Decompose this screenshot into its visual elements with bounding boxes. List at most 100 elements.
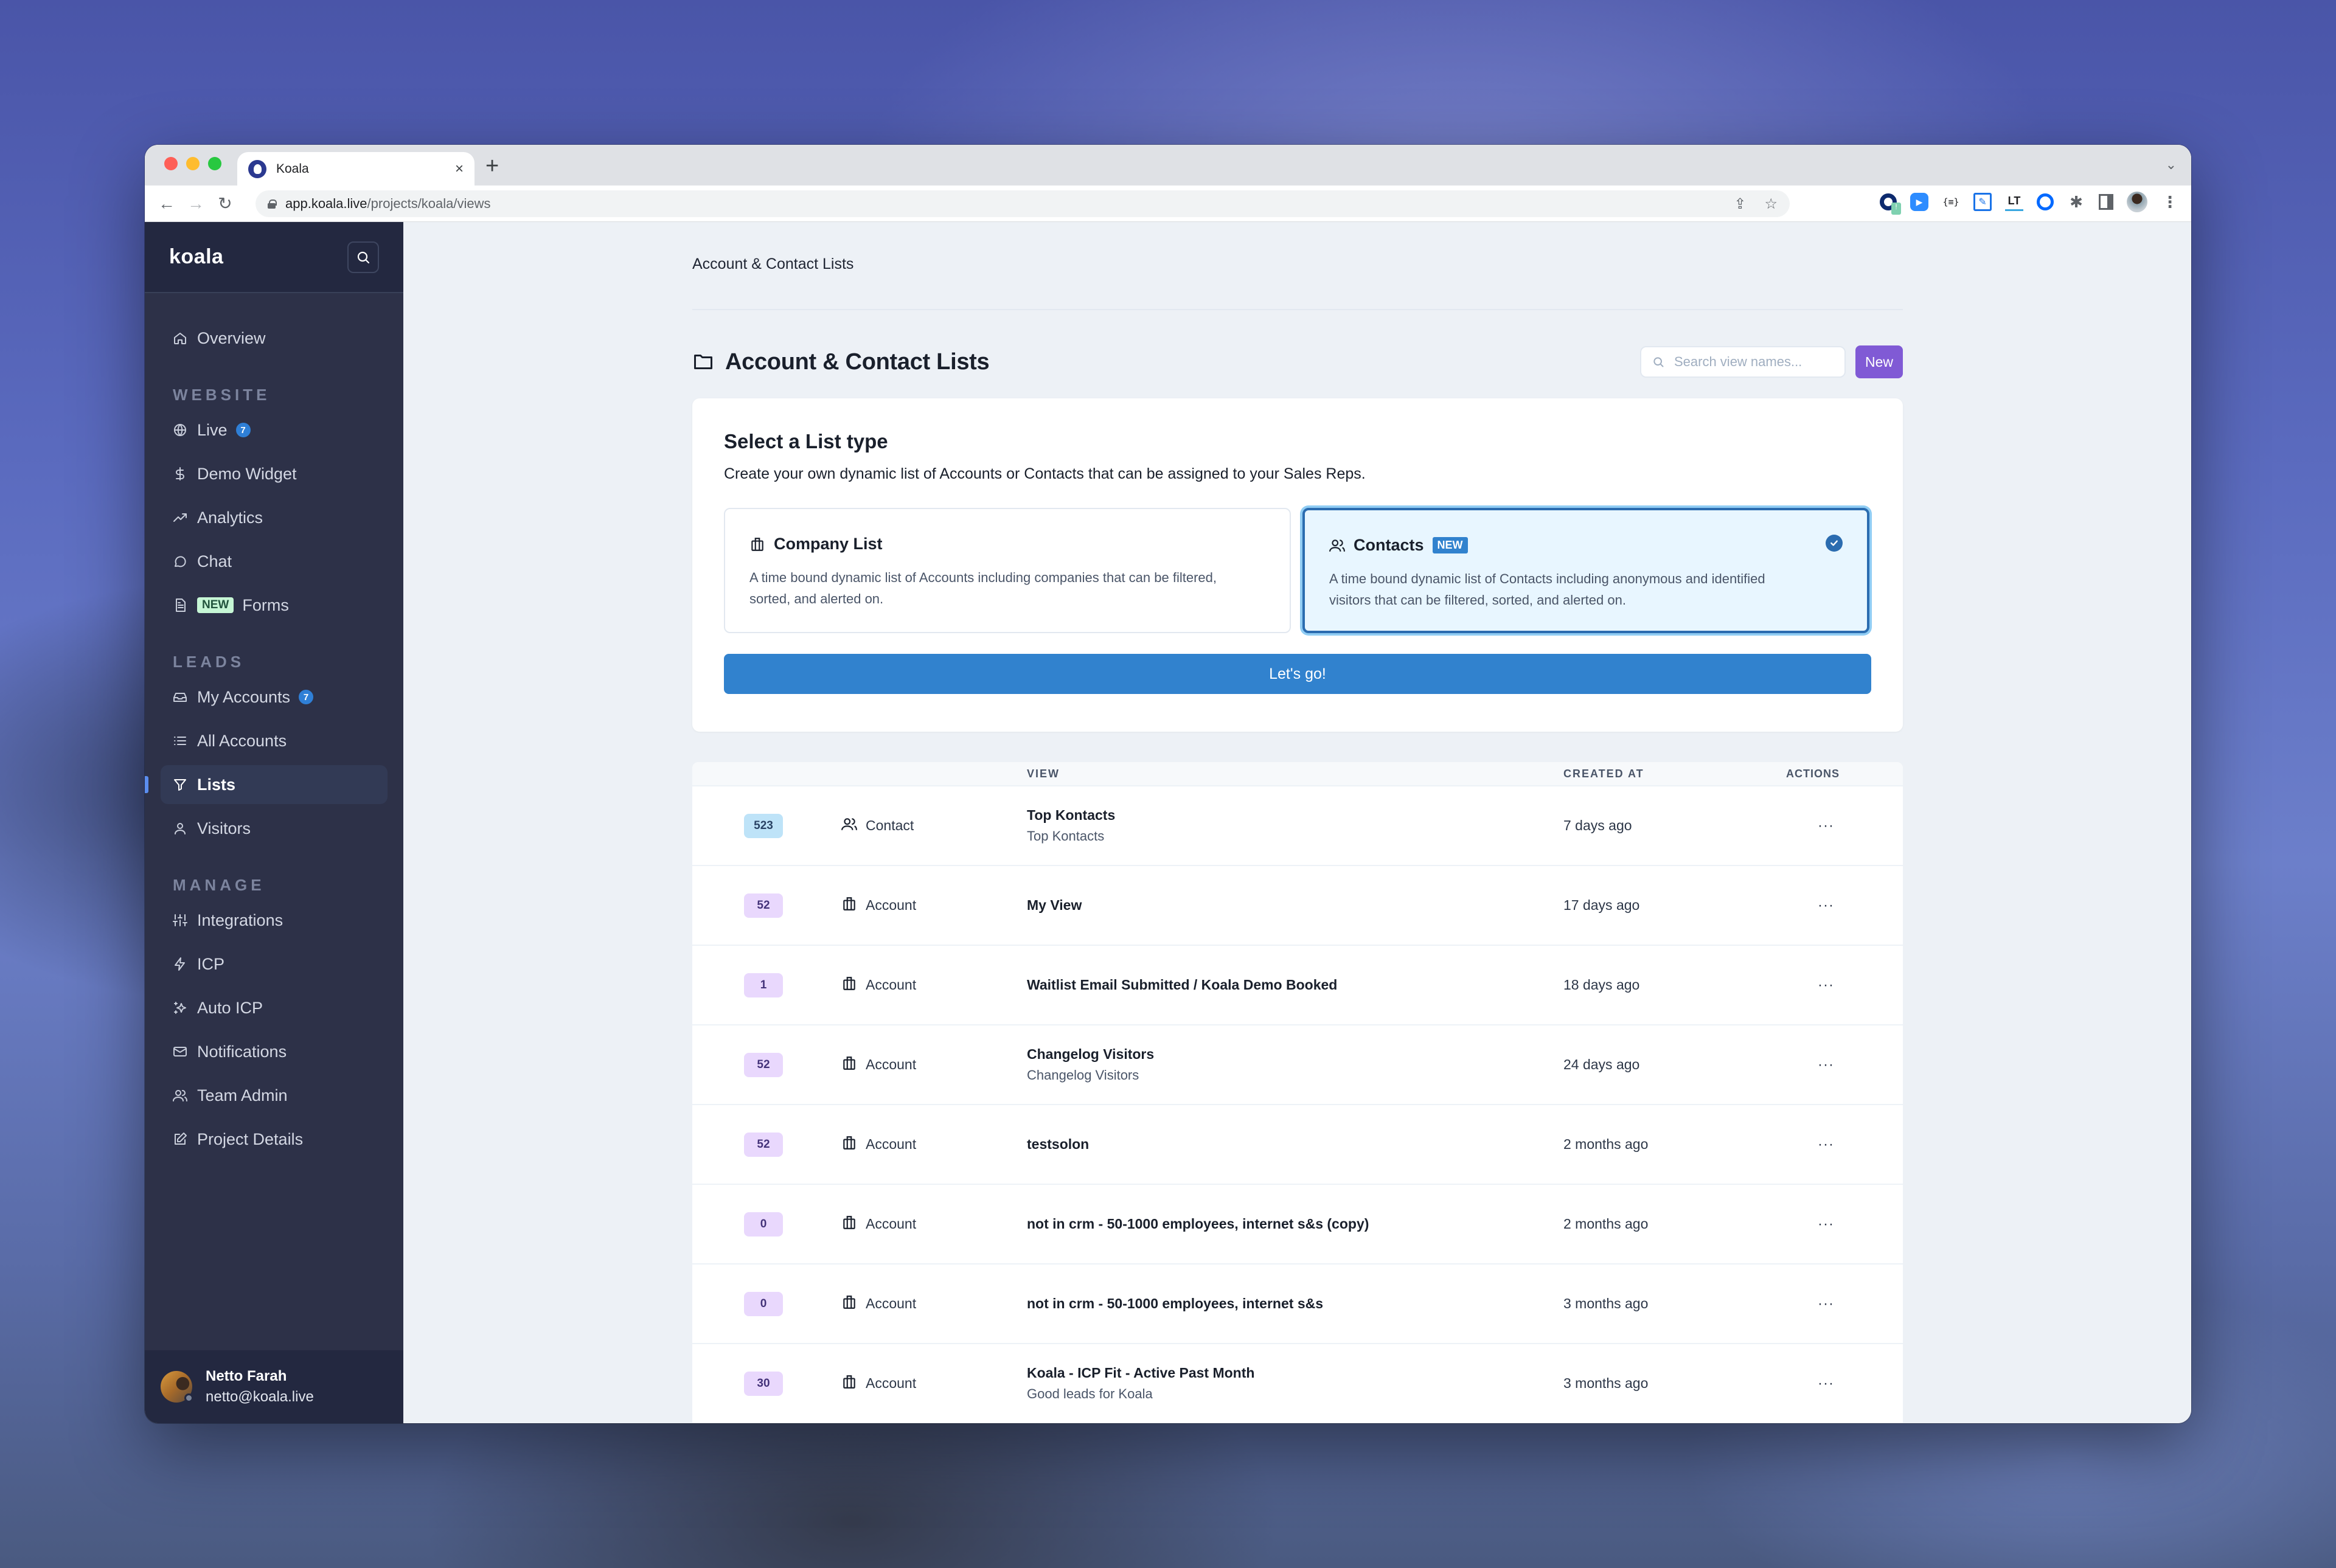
extensions-bar: ▶ {≡} ✎ LT ✱ ⋮	[1880, 192, 2179, 215]
profile-avatar-icon[interactable]	[2127, 192, 2147, 212]
side-panel-icon[interactable]	[2099, 194, 2113, 210]
created-at: 3 months ago	[1563, 1296, 1649, 1311]
count-badge: 30	[744, 1371, 783, 1396]
languagetool-icon[interactable]: LT	[2005, 193, 2023, 211]
sidebar-item-lists[interactable]: Lists	[145, 765, 388, 804]
sidebar-item-auto-icp[interactable]: Auto ICP	[161, 988, 388, 1027]
share-icon[interactable]: ⇪	[1734, 195, 1746, 213]
row-actions-menu-button[interactable]: ···	[1749, 1296, 1903, 1313]
lock-icon[interactable]	[268, 199, 277, 209]
minimize-window-button[interactable]	[186, 157, 200, 170]
table-row[interactable]: 0 Account not in crm - 50-1000 employees…	[692, 1264, 1903, 1344]
search-views-field[interactable]	[1639, 346, 1846, 378]
notes-extension-icon[interactable]: ✎	[1973, 193, 1992, 211]
table-row[interactable]: 52 Account testsolon 2 months ago ···	[692, 1105, 1903, 1185]
sidebar-item-label: Integrations	[197, 911, 283, 929]
view-name-link[interactable]: Koala - ICP Fit - Active Past Month	[1027, 1365, 1563, 1381]
table-row[interactable]: 52 Account Changelog Visitors Changelog …	[692, 1025, 1903, 1105]
document-icon	[173, 598, 187, 612]
url-path: /projects/koala/views	[367, 196, 491, 211]
browser-tab[interactable]: Koala ×	[237, 152, 474, 186]
back-button[interactable]: ←	[152, 194, 181, 213]
forward-button[interactable]: →	[181, 194, 210, 213]
new-view-button[interactable]: New	[1855, 345, 1903, 378]
view-name-link[interactable]: Changelog Visitors	[1027, 1046, 1563, 1063]
sidebar-item-notifications[interactable]: Notifications	[161, 1032, 388, 1071]
sidebar-item-all-accounts[interactable]: All Accounts	[161, 721, 388, 760]
row-actions-menu-button[interactable]: ···	[1749, 1375, 1903, 1392]
contacts-list-option[interactable]: Contacts NEW A time bound dynamic list o…	[1302, 508, 1869, 633]
sidebar-item-visitors[interactable]: Visitors	[161, 809, 388, 848]
breadcrumb[interactable]: Account & Contact Lists	[692, 255, 853, 273]
column-header-created-at[interactable]: CREATED AT	[1563, 768, 1749, 780]
koala-extension-icon[interactable]	[1880, 193, 1901, 215]
created-at: 17 days ago	[1563, 897, 1640, 913]
sidebar-item-chat[interactable]: Chat	[161, 542, 388, 581]
briefcase-icon	[841, 1135, 866, 1154]
table-row[interactable]: 1 Account Waitlist Email Submitted / Koa…	[692, 946, 1903, 1025]
list-type-label: Contact	[866, 817, 914, 833]
option-description: A time bound dynamic list of Contacts in…	[1329, 571, 1765, 608]
view-cell: Top Kontacts Top Kontacts	[1027, 807, 1563, 844]
row-actions-menu-button[interactable]: ···	[1749, 817, 1903, 834]
edit-icon	[173, 1132, 187, 1147]
bookmark-star-icon[interactable]: ☆	[1764, 195, 1778, 213]
view-name-link[interactable]: My View	[1027, 897, 1563, 914]
sidebar-item-demo-widget[interactable]: Demo Widget	[161, 454, 388, 493]
new-badge: NEW	[1432, 537, 1468, 553]
briefcase-icon	[841, 1294, 866, 1314]
zoom-extension-icon[interactable]: ▶	[1910, 193, 1928, 211]
sidebar-item-live[interactable]: Live 7	[161, 411, 388, 449]
user-profile[interactable]: Netto Farah netto@koala.live	[145, 1350, 403, 1423]
sidebar-item-integrations[interactable]: Integrations	[161, 901, 388, 940]
json-formatter-icon[interactable]: {≡}	[1942, 193, 1960, 211]
lets-go-button[interactable]: Let's go!	[724, 654, 1871, 694]
browser-menu-icon[interactable]: ⋮	[2161, 193, 2179, 211]
browser-window: Koala × + ⌄ ← → ↻ app.koala.live/project…	[145, 145, 2191, 1423]
extensions-puzzle-icon[interactable]: ✱	[2067, 193, 2085, 211]
sidebar-item-my-accounts[interactable]: My Accounts 7	[161, 678, 388, 716]
maximize-window-button[interactable]	[208, 157, 221, 170]
sidebar-item-project-details[interactable]: Project Details	[161, 1120, 388, 1159]
reload-button[interactable]: ↻	[210, 193, 240, 213]
company-list-option[interactable]: Company List A time bound dynamic list o…	[724, 508, 1291, 633]
list-type-cell: Account	[841, 1055, 1027, 1075]
table-row[interactable]: 0 Account not in crm - 50-1000 employees…	[692, 1185, 1903, 1264]
new-tab-button[interactable]: +	[485, 153, 499, 179]
search-views-input[interactable]	[1674, 354, 1832, 370]
tab-search-chevron-icon[interactable]: ⌄	[2166, 157, 2177, 173]
view-name-link[interactable]: Top Kontacts	[1027, 807, 1563, 824]
sidebar-item-analytics[interactable]: Analytics	[161, 498, 388, 537]
table-row[interactable]: 30 Account Koala - ICP Fit - Active Past…	[692, 1344, 1903, 1423]
row-actions-menu-button[interactable]: ···	[1749, 977, 1903, 994]
view-name-link[interactable]: Waitlist Email Submitted / Koala Demo Bo…	[1027, 977, 1563, 993]
sidebar-item-icp[interactable]: ICP	[161, 945, 388, 983]
close-window-button[interactable]	[164, 157, 178, 170]
column-header-view[interactable]: VIEW	[1027, 768, 1563, 780]
view-name-link[interactable]: testsolon	[1027, 1136, 1563, 1153]
home-icon	[173, 331, 187, 345]
view-name-link[interactable]: not in crm - 50-1000 employees, internet…	[1027, 1216, 1563, 1232]
row-actions-menu-button[interactable]: ···	[1749, 1136, 1903, 1153]
row-actions-menu-button[interactable]: ···	[1749, 1216, 1903, 1233]
briefcase-icon	[841, 1055, 866, 1075]
calendly-extension-icon[interactable]	[2037, 193, 2054, 210]
list-type-card: Select a List type Create your own dynam…	[692, 398, 1903, 732]
mail-icon	[173, 1044, 187, 1059]
table-row[interactable]: 523 Contact Top Kontacts Top Kontacts 7 …	[692, 786, 1903, 866]
view-cell: My View	[1027, 897, 1563, 914]
sidebar-item-overview[interactable]: Overview	[161, 319, 388, 358]
sidebar-search-button[interactable]	[347, 241, 379, 273]
view-subtitle: Top Kontacts	[1027, 828, 1105, 844]
address-bar[interactable]: app.koala.live/projects/koala/views ⇪ ☆	[255, 190, 1790, 217]
sidebar-item-forms[interactable]: NEW Forms	[161, 586, 388, 625]
close-tab-icon[interactable]: ×	[455, 161, 464, 178]
row-actions-menu-button[interactable]: ···	[1749, 1056, 1903, 1074]
table-row[interactable]: 52 Account My View 17 days ago ···	[692, 866, 1903, 946]
live-count-badge: 7	[235, 423, 251, 437]
view-cell: Changelog Visitors Changelog Visitors	[1027, 1046, 1563, 1083]
view-name-link[interactable]: not in crm - 50-1000 employees, internet…	[1027, 1296, 1563, 1312]
row-actions-menu-button[interactable]: ···	[1749, 897, 1903, 914]
sidebar-item-team-admin[interactable]: Team Admin	[161, 1076, 388, 1115]
brand-logo[interactable]: koala	[169, 245, 223, 269]
